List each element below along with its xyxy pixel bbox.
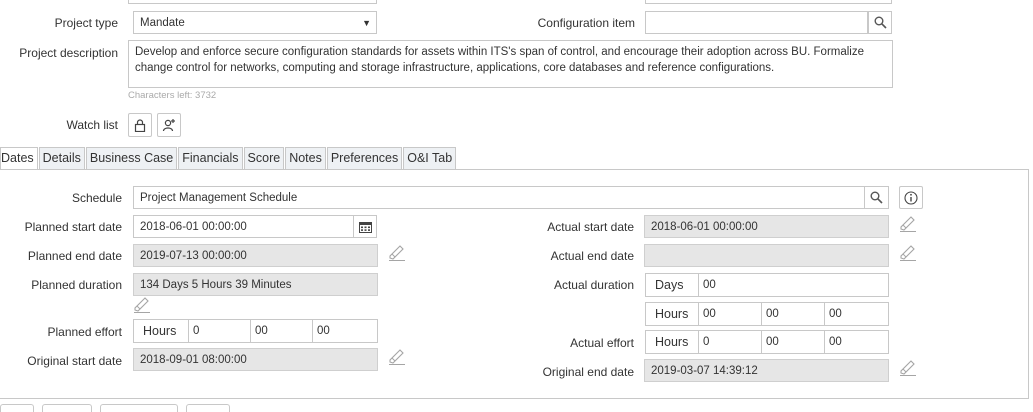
chevron-down-icon: ▼ xyxy=(362,18,371,28)
edit-icon[interactable] xyxy=(133,297,151,313)
configuration-item-label: Configuration item xyxy=(537,16,635,30)
actual-effort-unit: Hours xyxy=(645,330,698,354)
edit-icon[interactable] xyxy=(899,245,917,261)
bottom-button-1[interactable] xyxy=(0,404,34,412)
planned-effort-unit: Hours xyxy=(133,319,188,343)
edit-icon[interactable] xyxy=(899,216,917,232)
watch-list-lock-button[interactable] xyxy=(128,113,152,137)
actual-start-label: Actual start date xyxy=(547,220,634,234)
field-above-left[interactable] xyxy=(128,0,377,4)
actual-effort-seconds[interactable]: 00 xyxy=(824,330,889,354)
planned-duration-input: 134 Days 5 Hours 39 Minutes xyxy=(133,273,378,296)
actual-duration-label: Actual duration xyxy=(553,278,634,292)
tab-financials[interactable]: Financials xyxy=(178,147,243,169)
configuration-item-input[interactable] xyxy=(645,11,868,34)
lock-icon xyxy=(134,118,146,132)
planned-start-label: Planned start date xyxy=(24,220,122,234)
actual-start-input: 2018-06-01 00:00:00 xyxy=(644,215,889,238)
project-description-label: Project description xyxy=(19,46,118,60)
tab-score[interactable]: Score xyxy=(243,147,285,169)
watch-list-add-user-button[interactable] xyxy=(157,113,181,137)
actual-effort-field: Hours 0 00 00 xyxy=(645,330,889,354)
actual-end-input xyxy=(644,244,889,267)
project-type-label: Project type xyxy=(54,16,118,30)
original-start-label: Original start date xyxy=(27,354,122,368)
configuration-item-search-button[interactable] xyxy=(868,11,892,34)
edit-icon[interactable] xyxy=(899,360,917,376)
actual-duration-hours-field: Hours 00 00 00 xyxy=(645,302,889,326)
actual-duration-days-field: Days 00 xyxy=(645,273,889,297)
project-description-textarea[interactable]: Develop and enforce secure configuration… xyxy=(128,40,893,88)
original-end-input: 2019-03-07 14:39:12 xyxy=(644,359,889,382)
original-start-input: 2018-09-01 08:00:00 xyxy=(133,348,378,371)
planned-start-input[interactable]: 2018-06-01 00:00:00 xyxy=(133,215,354,238)
actual-duration-days-unit: Days xyxy=(645,273,698,297)
planned-start-calendar-button[interactable] xyxy=(353,215,377,238)
tab-dates[interactable]: Dates xyxy=(0,147,38,169)
search-icon xyxy=(870,191,883,204)
schedule-input[interactable]: Project Management Schedule xyxy=(133,186,865,209)
actual-end-label: Actual end date xyxy=(550,249,634,263)
edit-icon[interactable] xyxy=(388,349,406,365)
form-tabs: Dates Details Business Case Financials Score… xyxy=(0,147,457,169)
tab-business-case[interactable]: Business Case xyxy=(85,147,178,169)
planned-end-input: 2019-07-13 00:00:00 xyxy=(133,244,378,267)
planned-effort-field: Hours 0 00 00 xyxy=(133,319,378,343)
characters-left: Characters left: 3732 xyxy=(128,90,217,101)
actual-duration-minutes-input[interactable]: 00 xyxy=(761,302,824,326)
project-type-select[interactable]: Mandate ▼ xyxy=(133,11,377,34)
project-type-value: Mandate xyxy=(140,17,185,29)
schedule-info-button[interactable] xyxy=(899,186,923,209)
tab-details[interactable]: Details xyxy=(38,147,85,169)
bottom-button-3[interactable] xyxy=(100,404,178,412)
tab-notes[interactable]: Notes xyxy=(285,147,326,169)
planned-effort-hours[interactable]: 0 xyxy=(188,319,250,343)
tab-o-i-tab[interactable]: O&I Tab xyxy=(403,147,457,169)
actual-duration-seconds-input[interactable]: 00 xyxy=(824,302,889,326)
actual-effort-minutes[interactable]: 00 xyxy=(761,330,824,354)
edit-icon[interactable] xyxy=(388,245,406,261)
schedule-label: Schedule xyxy=(71,191,122,205)
actual-effort-hours[interactable]: 0 xyxy=(698,330,761,354)
planned-effort-seconds[interactable]: 00 xyxy=(312,319,378,343)
tab-preferences[interactable]: Preferences xyxy=(326,147,403,169)
watch-list-label: Watch list xyxy=(66,118,118,132)
planned-duration-label: Planned duration xyxy=(31,278,122,292)
actual-duration-hours-input[interactable]: 00 xyxy=(698,302,761,326)
info-icon xyxy=(904,190,918,205)
field-above-right[interactable] xyxy=(645,0,892,4)
planned-effort-label: Planned effort xyxy=(47,325,122,339)
schedule-search-button[interactable] xyxy=(864,186,889,209)
bottom-button-2[interactable] xyxy=(42,404,92,412)
planned-end-label: Planned end date xyxy=(27,249,122,263)
search-icon xyxy=(874,16,887,29)
actual-duration-hours-unit: Hours xyxy=(645,302,698,326)
calendar-icon xyxy=(358,221,372,233)
original-end-label: Original end date xyxy=(542,365,634,379)
bottom-button-4[interactable] xyxy=(186,404,230,412)
actual-duration-days-input[interactable]: 00 xyxy=(698,273,889,297)
actual-effort-label: Actual effort xyxy=(570,336,634,350)
planned-effort-minutes[interactable]: 00 xyxy=(250,319,312,343)
add-user-icon xyxy=(162,119,175,132)
